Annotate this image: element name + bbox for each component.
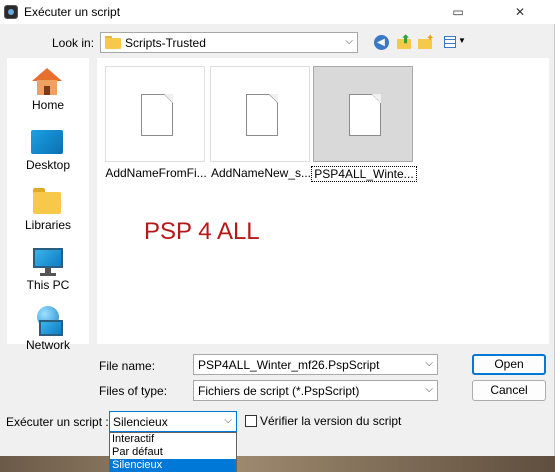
place-home[interactable]: Home (7, 62, 89, 118)
libraries-icon (33, 188, 61, 214)
this-pc-icon (33, 248, 63, 276)
open-button[interactable]: Open (472, 354, 546, 375)
place-label: This PC (26, 278, 70, 292)
new-folder-button[interactable]: ✦ (417, 33, 435, 51)
home-icon (32, 68, 62, 96)
file-name: AddNameNew_s... (210, 166, 312, 180)
dropdown-arrow-icon: ▼ (458, 36, 466, 45)
watermark-text: PSP 4 ALL (144, 218, 260, 245)
look-in-combo[interactable]: Scripts-Trusted ⌵ (100, 32, 358, 53)
close-button[interactable]: ✕ (500, 0, 540, 24)
document-icon (349, 94, 381, 136)
document-icon (141, 94, 173, 136)
window-title: Exécuter un script (24, 5, 121, 19)
desktop-background (0, 456, 555, 472)
back-button[interactable]: ◀ (372, 33, 390, 51)
up-arrow-icon: ⬆ (401, 34, 411, 46)
network-icon (31, 306, 63, 338)
chevron-down-icon: ⌵ (224, 415, 232, 426)
file-name: PSP4ALL_Winte... (311, 166, 417, 182)
file-item[interactable]: AddNameFromFi... (105, 66, 207, 184)
file-thumbnail (313, 66, 413, 162)
file-thumbnail (210, 66, 310, 162)
option-interactif[interactable]: Interactif (110, 433, 236, 446)
folder-icon (105, 36, 121, 49)
place-libraries[interactable]: Libraries (7, 182, 89, 238)
up-folder-button[interactable]: ⬆ (395, 33, 413, 51)
run-script-dialog: Exécuter un script ▭ ✕ Look in: Scripts-… (0, 0, 555, 456)
file-name-label: File name: (99, 359, 156, 373)
file-item-selected[interactable]: PSP4ALL_Winte... (311, 66, 417, 184)
place-label: Network (25, 338, 70, 352)
script-mode-select[interactable]: Silencieux ⌵ (109, 411, 237, 432)
title-bar[interactable]: Exécuter un script ▭ ✕ (0, 0, 555, 24)
chevron-down-icon: ⌵ (425, 384, 433, 395)
place-label: Desktop (25, 158, 71, 172)
place-label: Libraries (24, 218, 72, 232)
script-mode-value: Silencieux (113, 415, 168, 429)
place-desktop[interactable]: Desktop (7, 122, 89, 178)
place-this-pc[interactable]: This PC (7, 242, 89, 298)
document-icon (246, 94, 278, 136)
file-thumbnail (105, 66, 205, 162)
look-in-label: Look in: (52, 36, 95, 50)
file-name-input[interactable]: PSP4ALL_Winter_mf26.PspScript ⌵ (193, 354, 438, 375)
place-label: Home (31, 98, 64, 112)
sparkle-icon: ✦ (426, 33, 435, 44)
option-par-defaut[interactable]: Par défaut (110, 446, 236, 459)
desktop-icon (31, 130, 63, 154)
file-type-value: Fichiers de script (*.PspScript) (198, 384, 360, 398)
place-network[interactable]: Network (7, 302, 89, 358)
file-name-value: PSP4ALL_Winter_mf26.PspScript (198, 358, 380, 372)
cancel-button[interactable]: Cancel (472, 380, 546, 401)
places-bar: Home Desktop Libraries This PC Network (7, 58, 89, 352)
chevron-down-icon: ⌵ (425, 358, 433, 369)
verify-version-label: Vérifier la version du script (260, 414, 402, 428)
file-list[interactable]: AddNameFromFi... AddNameNew_s... PSP4ALL… (97, 58, 549, 344)
app-icon (4, 5, 18, 19)
file-type-label: Files of type: (99, 384, 168, 398)
chevron-down-icon: ⌵ (345, 36, 353, 47)
option-silencieux[interactable]: Silencieux (110, 459, 236, 472)
script-mode-dropdown[interactable]: Interactif Par défaut Silencieux (109, 432, 237, 472)
view-menu-button[interactable]: ▼ (442, 33, 468, 51)
restore-button[interactable]: ▭ (438, 0, 478, 24)
back-arrow-icon: ◀ (373, 34, 389, 50)
file-name: AddNameFromFi... (105, 166, 207, 180)
script-mode-label: Exécuter un script : (6, 415, 109, 429)
view-grid-icon (444, 36, 456, 48)
verify-version-checkbox[interactable] (245, 415, 257, 427)
file-type-select[interactable]: Fichiers de script (*.PspScript) ⌵ (193, 380, 438, 401)
look-in-value: Scripts-Trusted (125, 36, 206, 50)
file-item[interactable]: AddNameNew_s... (210, 66, 311, 184)
